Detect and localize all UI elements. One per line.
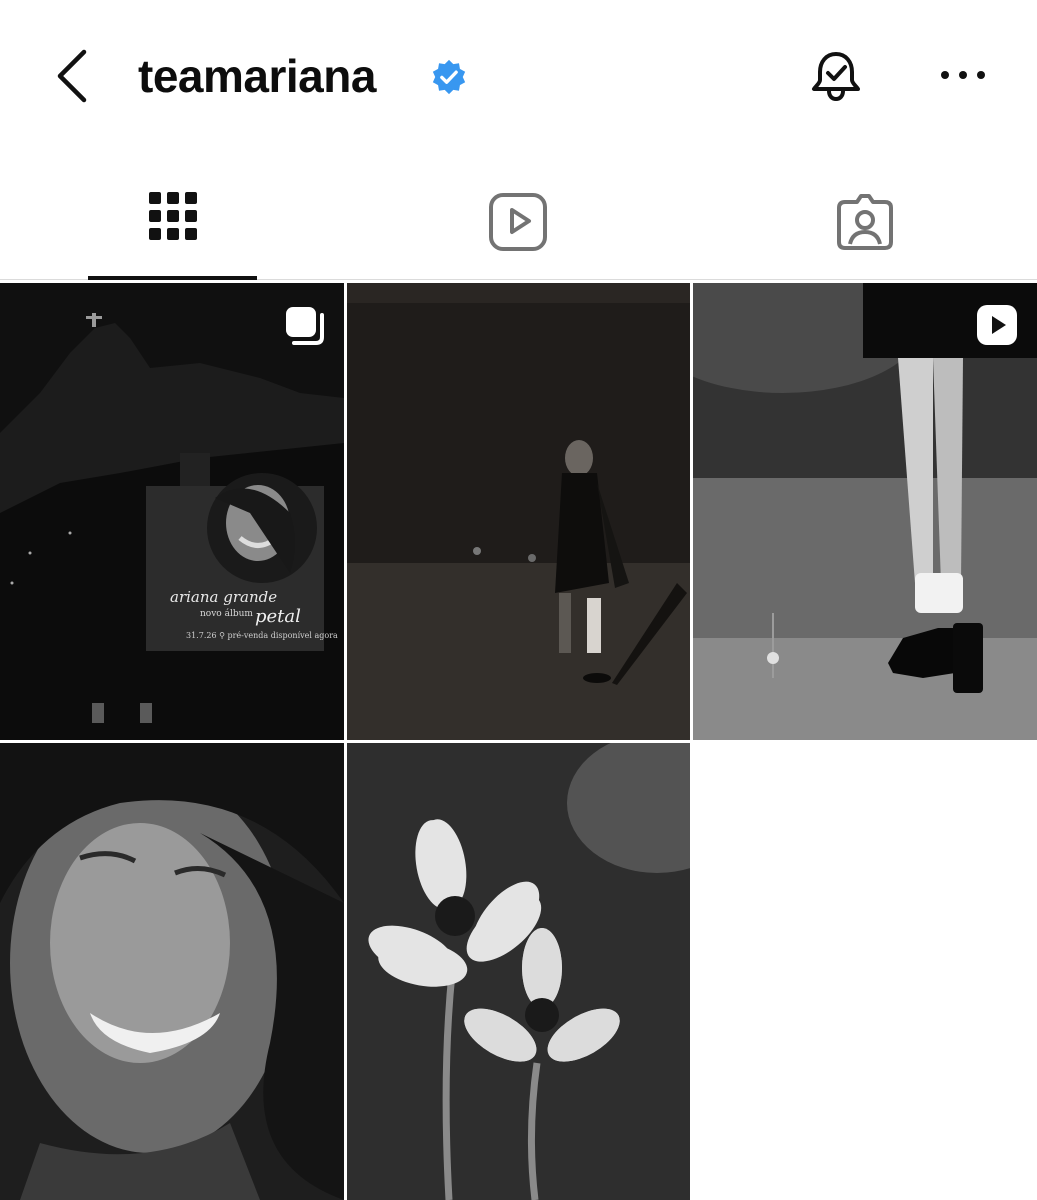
profile-header: teamariana — [0, 0, 1037, 150]
bell-check-icon[interactable] — [804, 44, 868, 108]
grid-icon — [148, 192, 197, 240]
post-image — [347, 743, 690, 1200]
carousel-icon — [286, 307, 324, 345]
verified-badge-icon — [432, 59, 466, 95]
profile-username: teamariana — [138, 50, 376, 102]
poster-date: 31.7.26 ⚲ pré-venda disponível agora — [186, 631, 338, 640]
post-thumbnail[interactable] — [347, 743, 690, 1200]
active-tab-indicator — [88, 276, 257, 280]
post-thumbnail[interactable] — [347, 283, 690, 740]
posts-grid: ariana grande novo álbum petal 31.7.26 ⚲… — [0, 283, 1037, 1200]
post-thumbnail[interactable] — [0, 743, 344, 1200]
post-thumbnail[interactable] — [693, 283, 1037, 740]
post-image — [693, 283, 1037, 740]
tagged-icon — [837, 194, 893, 250]
poster-title: ariana grande — [170, 588, 278, 606]
poster-album: petal — [255, 606, 301, 627]
chevron-left-icon[interactable] — [52, 46, 96, 106]
post-thumbnail[interactable]: ariana grande novo álbum petal 31.7.26 ⚲… — [0, 283, 344, 740]
tab-reels[interactable] — [433, 150, 603, 280]
tab-tagged[interactable] — [780, 150, 950, 280]
tab-posts[interactable] — [88, 150, 257, 280]
post-image — [0, 283, 344, 740]
reels-icon — [489, 193, 547, 251]
post-image — [0, 743, 344, 1200]
poster-subtitle: novo álbum — [200, 609, 253, 619]
more-horizontal-icon[interactable] — [938, 62, 988, 88]
post-image — [347, 283, 690, 740]
profile-tabs — [0, 150, 1037, 280]
play-badge-icon — [977, 305, 1017, 345]
